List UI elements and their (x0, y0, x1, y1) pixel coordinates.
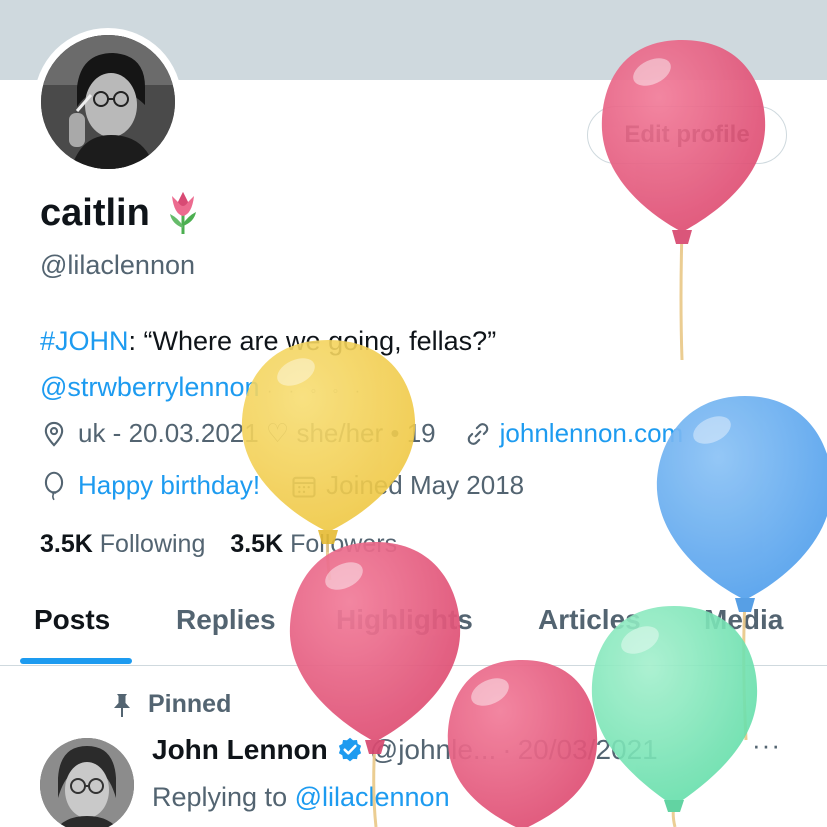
following-label: Following (99, 530, 206, 558)
profile-bio: #JOHN: “Where are we going, fellas?” @st… (40, 318, 496, 415)
tab-articles[interactable]: Articles (538, 604, 641, 636)
followers-label: Followers (290, 530, 398, 558)
location-pin-icon (44, 421, 64, 447)
tweet-date[interactable]: 20/03/2021 (518, 734, 658, 766)
profile-handle: @lilaclennon (40, 250, 195, 280)
more-options-icon[interactable]: ··· (752, 730, 781, 761)
following-count: 3.5K (40, 530, 93, 558)
tab-replies[interactable]: Replies (176, 604, 276, 636)
tweet-author-avatar[interactable] (40, 738, 134, 827)
verified-badge-icon (338, 737, 361, 762)
profile-stats: 3.5K Following 3.5K Followers (40, 530, 397, 559)
replying-to-prefix: Replying to (152, 782, 295, 812)
balloon-red-top (601, 40, 766, 361)
profile-website-link[interactable]: johnlennon.com (500, 418, 684, 449)
tweet-header: John Lennon @johnle... · 20/03/2021 (152, 734, 658, 766)
profile-tabs: Posts Replies Highlights Articles Media (0, 598, 827, 666)
tab-media[interactable]: Media (704, 604, 783, 636)
bio-mention-link[interactable]: @strwberrylennon (40, 372, 260, 402)
profile-avatar-frame[interactable] (34, 28, 182, 176)
edit-profile-button[interactable]: Edit profile (587, 106, 787, 164)
tweet-author-name[interactable]: John Lennon (152, 734, 328, 766)
profile-avatar (41, 35, 175, 169)
balloon-icon (44, 471, 64, 500)
pin-icon (114, 693, 130, 717)
tab-highlights[interactable]: Highlights (336, 604, 473, 636)
tweet-separator: · (502, 734, 512, 765)
bio-decoration: · · ◦ ◦ · (267, 383, 367, 400)
bio-hashtag-link[interactable]: #JOHN (40, 326, 129, 356)
profile-meta-row-2: Happy birthday! Joined May 2018 (40, 470, 524, 501)
profile-location: uk - 20.03.2021 ♡ she/her • 19 (78, 418, 436, 448)
display-name-text: caitlin (40, 191, 150, 234)
followers-count: 3.5K (230, 530, 284, 558)
calendar-icon (292, 476, 316, 498)
profile-meta-row: uk - 20.03.2021 ♡ she/her • 19 johnlenno… (40, 418, 683, 449)
replying-to: Replying to @lilaclennon (152, 782, 450, 813)
pinned-label: Pinned (148, 690, 232, 718)
following-stat[interactable]: 3.5K Following (40, 530, 205, 558)
profile-display-name: caitlin (40, 190, 202, 236)
tulip-emoji (169, 192, 196, 234)
birthday-link[interactable]: Happy birthday! (78, 470, 260, 501)
followers-stat[interactable]: 3.5K Followers (230, 530, 397, 558)
active-tab-indicator (20, 658, 132, 664)
profile-joined-date: Joined May 2018 (326, 470, 525, 500)
link-icon (467, 422, 488, 445)
bio-text: : “Where are we going, fellas?” (128, 326, 497, 356)
pinned-indicator: Pinned (110, 690, 231, 719)
tab-posts[interactable]: Posts (34, 604, 110, 636)
replying-to-handle[interactable]: @lilaclennon (295, 782, 450, 812)
tweet-author-handle[interactable]: @johnle... (370, 734, 497, 766)
